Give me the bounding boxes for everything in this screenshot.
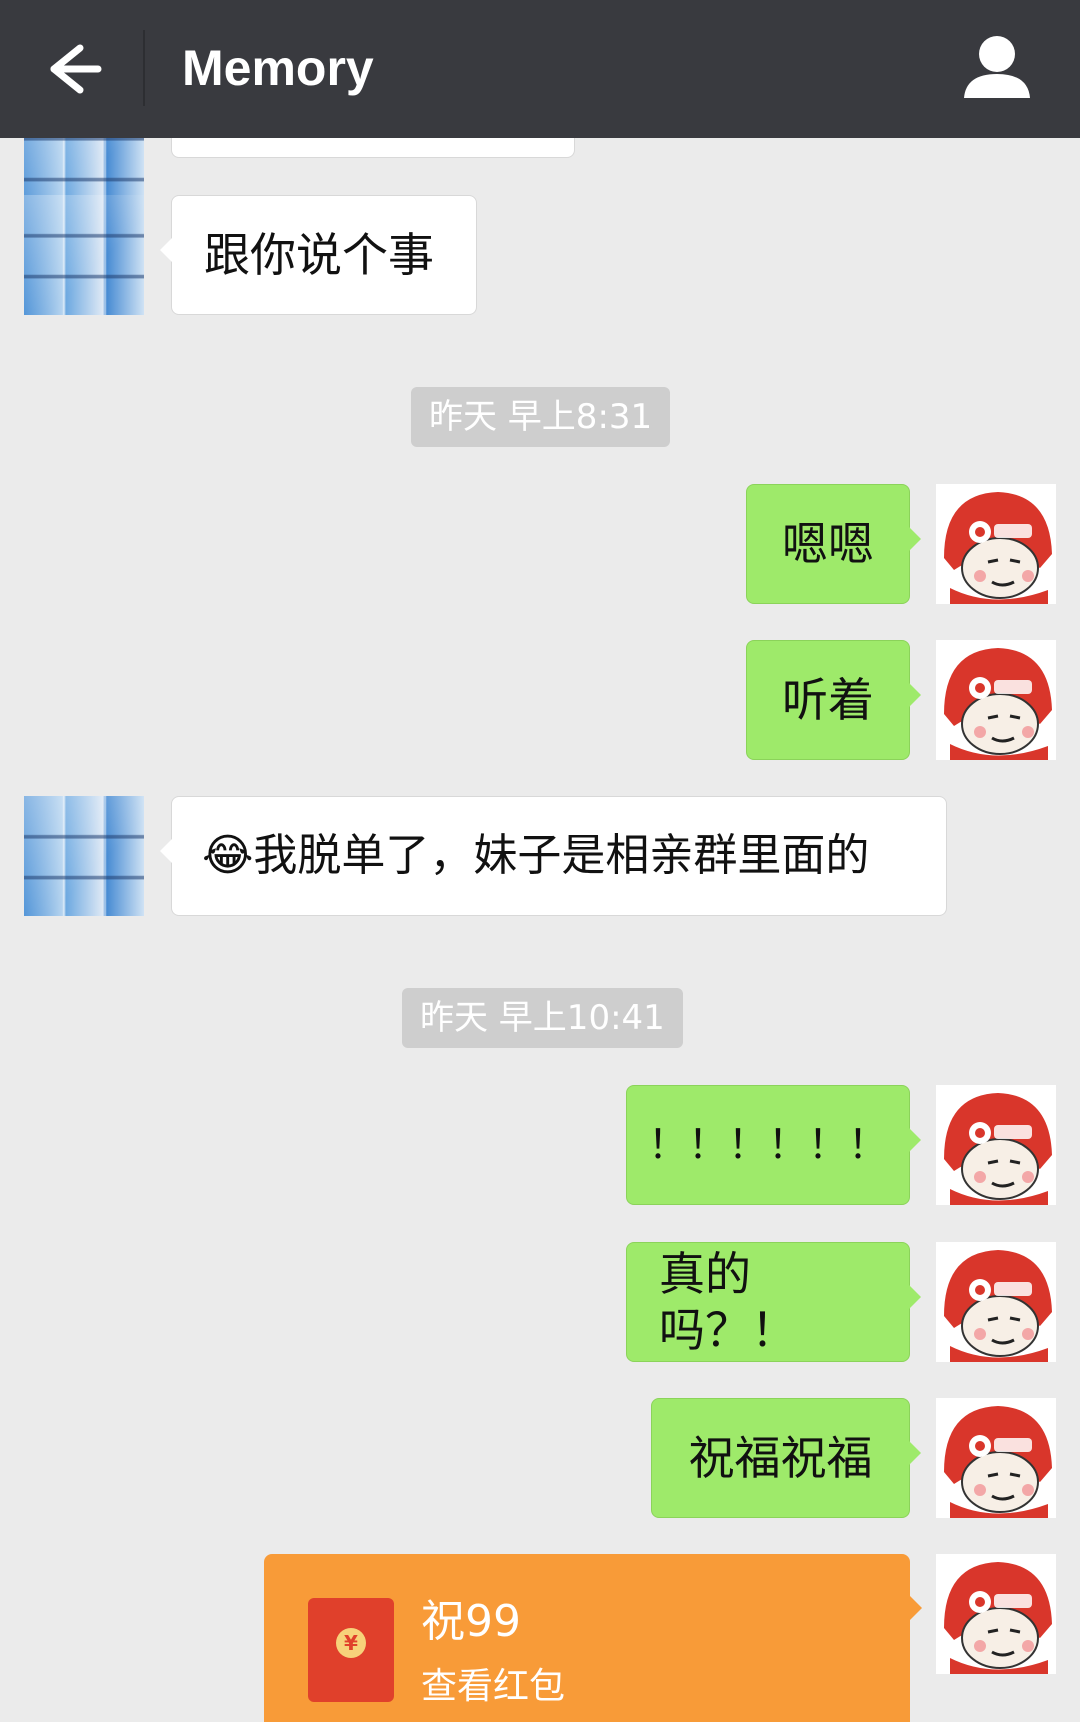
cartoon-face-icon xyxy=(936,1242,1056,1362)
contact-avatar[interactable] xyxy=(24,796,144,916)
message-text: ！！！！！！ xyxy=(648,1122,888,1168)
red-packet-subtitle: 查看红包 xyxy=(421,1666,566,1707)
message-bubble-received[interactable]: 跟你说个事 xyxy=(160,195,477,315)
message-bubble-sent[interactable]: 嗯嗯 xyxy=(746,484,921,604)
chat-title: Memory xyxy=(182,40,374,96)
red-envelope-icon: ¥ xyxy=(308,1598,394,1702)
message-bubble-sent[interactable]: 听着 xyxy=(746,640,921,760)
cartoon-face-icon xyxy=(936,640,1056,760)
bubble-tail xyxy=(160,839,172,863)
message-text: 嗯嗯 xyxy=(782,517,874,571)
my-avatar[interactable] xyxy=(936,1398,1056,1518)
bubble-tail xyxy=(910,1596,922,1620)
red-packet-title: 祝99 xyxy=(421,1596,521,1647)
bubble-tail xyxy=(909,527,921,551)
timestamp: 昨天 早上8:31 xyxy=(411,387,671,447)
profile-button[interactable] xyxy=(960,30,1034,104)
my-avatar[interactable] xyxy=(936,1554,1056,1674)
bubble-tail xyxy=(909,1441,921,1465)
message-text: 😂我脱单了，妹子是相亲群里面的 xyxy=(202,830,870,881)
message-text: 跟你说个事 xyxy=(204,228,434,282)
message-text: 祝福祝福 xyxy=(688,1431,873,1485)
message-text: 真的吗？！ xyxy=(659,1247,797,1357)
my-avatar[interactable] xyxy=(936,484,1056,604)
cartoon-face-icon xyxy=(936,484,1056,604)
header-divider xyxy=(143,30,145,106)
message-bubble-sent[interactable]: 真的吗？！ xyxy=(626,1242,921,1362)
cartoon-face-icon xyxy=(936,1554,1056,1674)
chat-header: Memory xyxy=(0,0,1080,138)
cartoon-face-icon xyxy=(936,1085,1056,1205)
bubble-tail xyxy=(160,238,172,262)
my-avatar[interactable] xyxy=(936,640,1056,760)
bubble-tail xyxy=(909,1285,921,1309)
red-packet-message[interactable]: ¥ 祝99 查看红包 xyxy=(264,1554,922,1722)
message-bubble-sent[interactable]: ！！！！！！ xyxy=(626,1085,921,1205)
contact-avatar[interactable] xyxy=(24,195,144,315)
bubble-tail xyxy=(909,683,921,707)
coin-icon: ¥ xyxy=(336,1628,366,1658)
timestamp: 昨天 早上10:41 xyxy=(402,988,683,1048)
cartoon-face-icon xyxy=(936,1398,1056,1518)
back-button[interactable] xyxy=(40,34,110,104)
message-bubble-sent[interactable]: 祝福祝福 xyxy=(651,1398,921,1518)
my-avatar[interactable] xyxy=(936,1085,1056,1205)
message-bubble-received[interactable]: 😂我脱单了，妹子是相亲群里面的 xyxy=(160,796,947,916)
my-avatar[interactable] xyxy=(936,1242,1056,1362)
back-arrow-icon xyxy=(50,44,102,94)
bubble-tail xyxy=(909,1128,921,1152)
message-text: 听着 xyxy=(782,673,874,727)
person-icon xyxy=(964,36,1030,98)
